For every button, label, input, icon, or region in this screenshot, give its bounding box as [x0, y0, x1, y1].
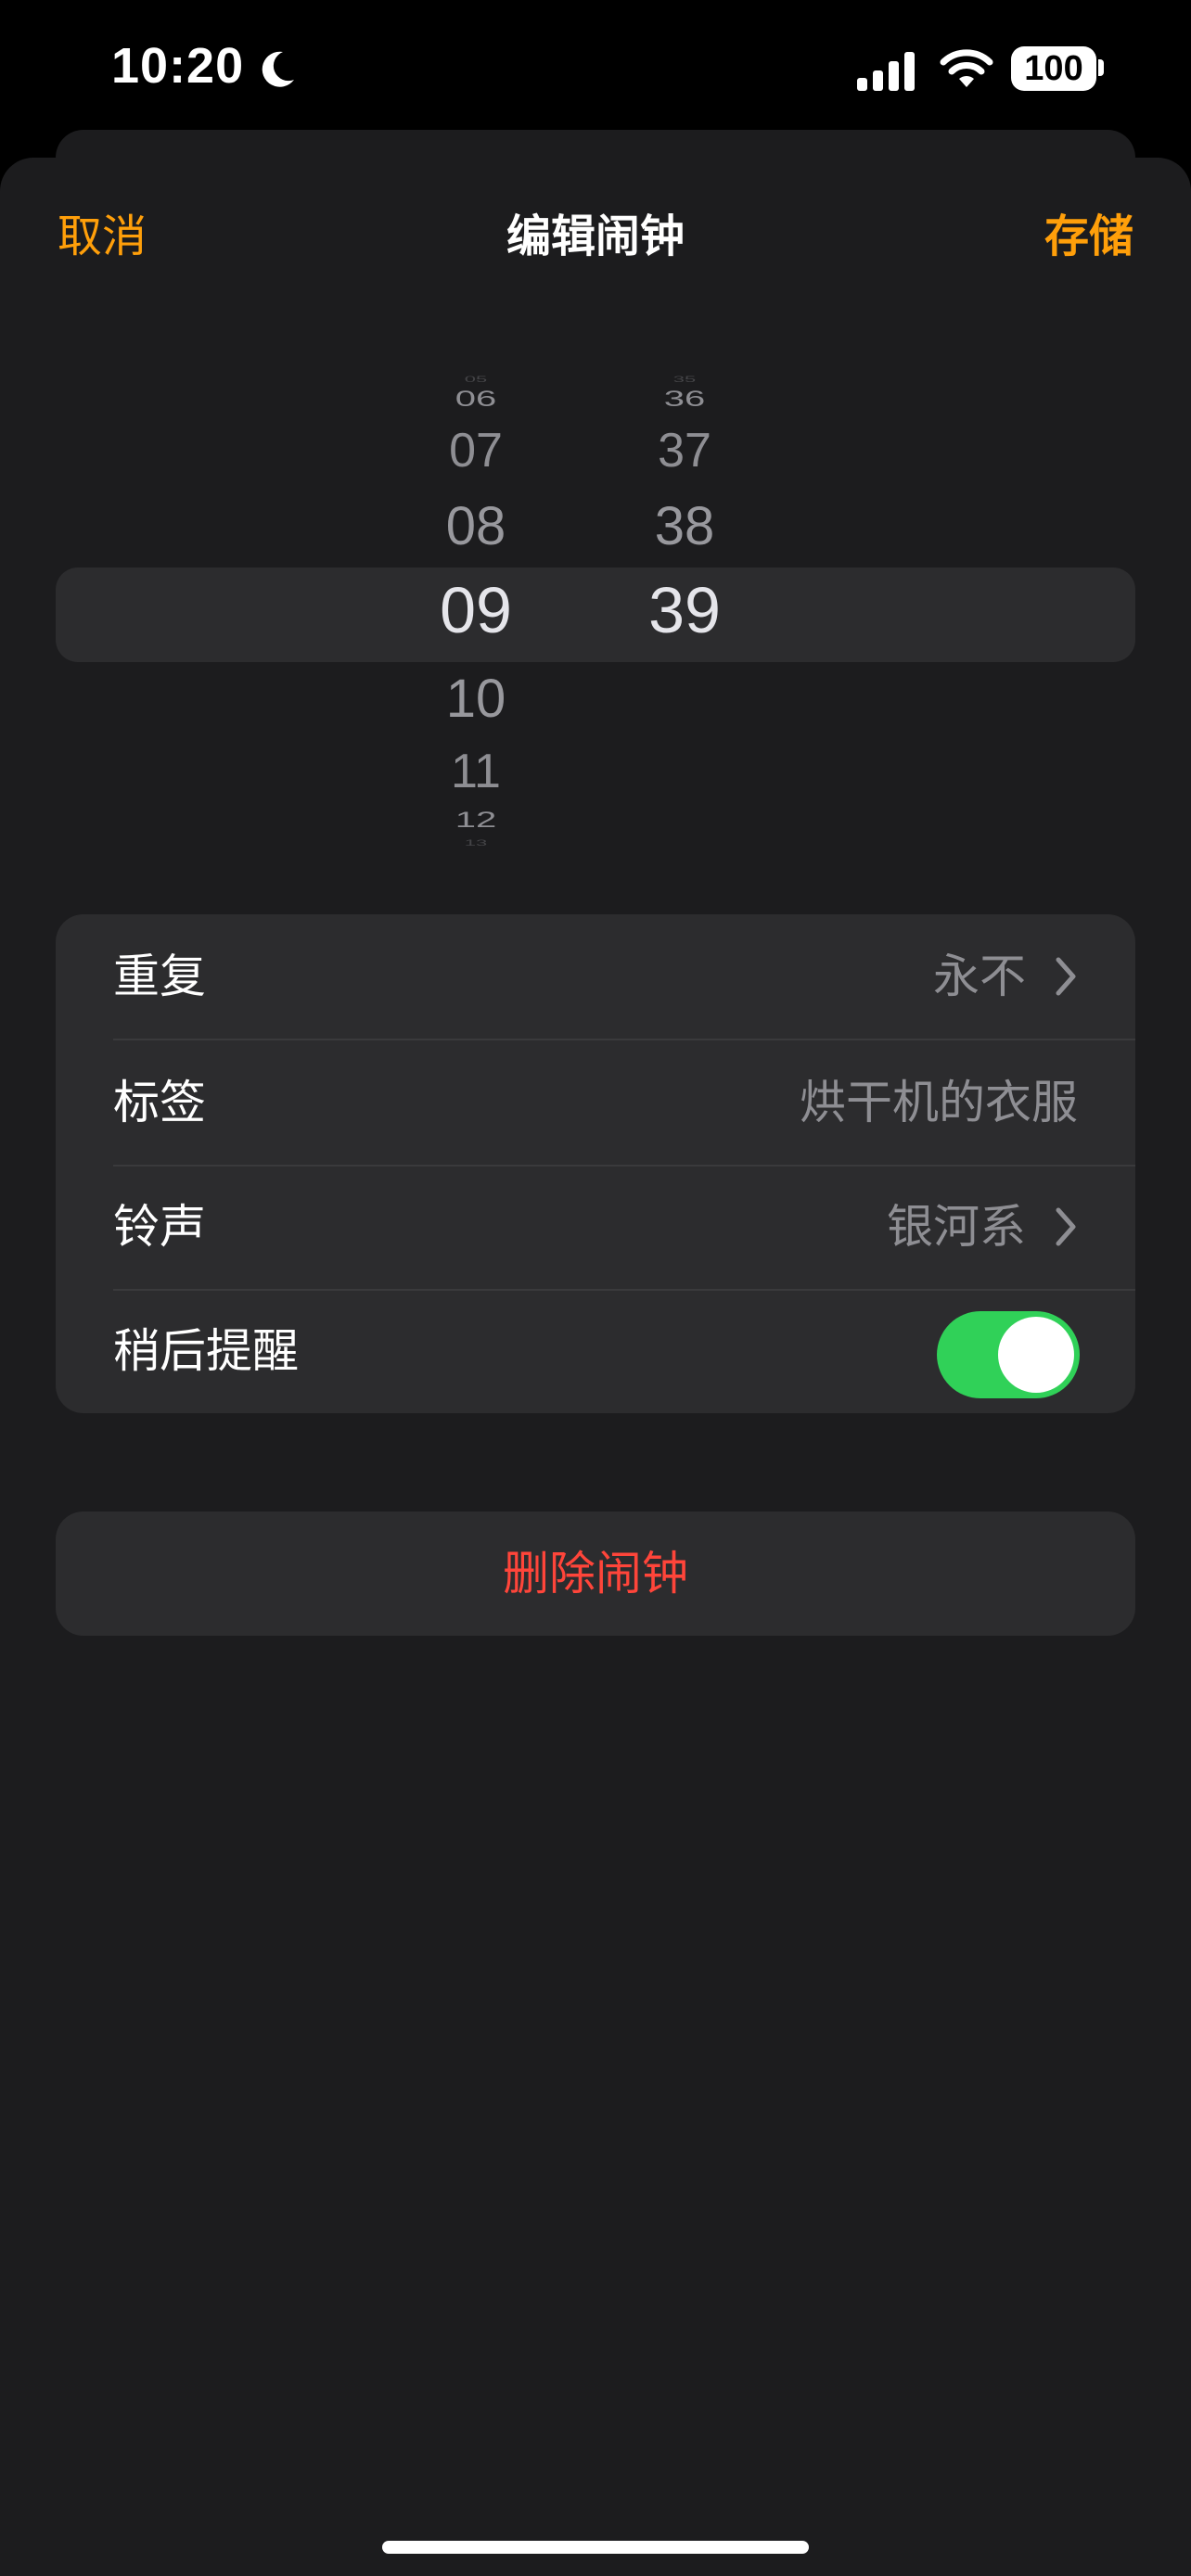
picker-minute[interactable]: 37 — [629, 423, 740, 478]
picker-minute[interactable]: 38 — [629, 495, 740, 557]
snooze-label: 稍后提醒 — [113, 1324, 299, 1378]
repeat-row[interactable]: 重复 永不 — [56, 914, 1135, 1039]
label-value[interactable]: 烘干机的衣服 — [800, 1040, 1078, 1165]
battery-nub — [1098, 59, 1104, 76]
repeat-value: 永不 — [933, 950, 1026, 1003]
hour-picker[interactable]: 05 06 07 08 09 10 11 12 13 — [420, 352, 531, 872]
sound-value: 银河系 — [887, 1200, 1026, 1254]
picker-hour[interactable]: 05 — [420, 375, 531, 384]
moon-icon — [262, 51, 294, 87]
battery-icon: 100 — [1011, 46, 1096, 91]
wifi-icon — [940, 49, 993, 87]
picker-hour-selected[interactable]: 09 — [420, 573, 531, 647]
picker-hour[interactable]: 11 — [420, 744, 531, 799]
picker-minute-selected[interactable]: 39 — [629, 573, 740, 647]
label-label: 标签 — [113, 1076, 206, 1129]
alarm-settings-group: 重复 永不 标签 烘干机的衣服 铃声 银河系 稍后提醒 — [56, 914, 1135, 1413]
sound-label: 铃声 — [113, 1200, 206, 1254]
home-indicator[interactable] — [382, 2541, 809, 2554]
picker-minute[interactable]: 35 — [629, 375, 740, 384]
snooze-row: 稍后提醒 — [56, 1289, 1135, 1413]
signal-icon — [857, 52, 915, 91]
chevron-right-icon — [1056, 1207, 1076, 1246]
repeat-label: 重复 — [113, 950, 206, 1003]
picker-minute[interactable]: 36 — [629, 387, 740, 412]
picker-hour[interactable]: 13 — [420, 838, 531, 848]
picker-hour[interactable]: 08 — [420, 495, 531, 557]
picker-selection-highlight — [56, 567, 1135, 662]
chevron-right-icon — [1056, 957, 1076, 996]
picker-hour[interactable]: 06 — [420, 387, 531, 412]
picker-hour[interactable]: 07 — [420, 423, 531, 478]
picker-hour[interactable]: 10 — [420, 668, 531, 730]
sound-row[interactable]: 铃声 银河系 — [56, 1165, 1135, 1289]
label-row[interactable]: 标签 烘干机的衣服 — [56, 1040, 1135, 1165]
toggle-knob — [998, 1317, 1074, 1393]
cancel-button[interactable]: 取消 — [58, 206, 147, 267]
delete-alarm-button[interactable]: 删除闹钟 — [56, 1511, 1135, 1636]
minute-picker[interactable]: 35 36 37 38 39 — [629, 352, 740, 872]
snooze-toggle[interactable] — [937, 1311, 1080, 1398]
status-bar: 10:20 100 — [0, 0, 1191, 139]
save-button[interactable]: 存储 — [1044, 206, 1133, 267]
page-title: 编辑闹钟 — [506, 210, 685, 262]
status-time: 10:20 — [111, 38, 245, 94]
picker-hour[interactable]: 12 — [420, 808, 531, 833]
